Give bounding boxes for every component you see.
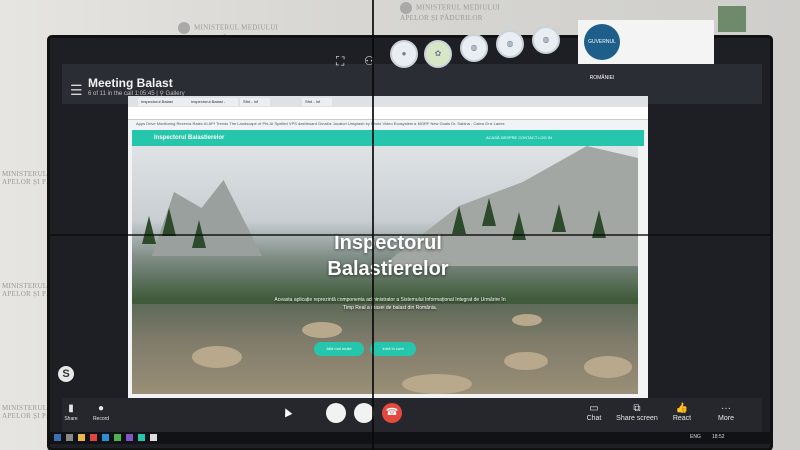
share-screen-button[interactable]: ⧉ Share screen (616, 403, 658, 422)
rock (584, 356, 632, 378)
participant-avatar[interactable]: ◍ (460, 34, 488, 62)
more-dots-icon: ··· (721, 403, 731, 414)
language-indicator[interactable]: ENG (690, 434, 701, 440)
share-screen-label: Share screen (616, 415, 658, 422)
react-button[interactable]: 👍 React (670, 403, 694, 422)
browser-tab[interactable]: Inspectorul Balast - Paged (188, 98, 238, 112)
browser-tab[interactable]: Inspectorul Balast (138, 98, 188, 106)
more-label: More (718, 415, 734, 422)
chat-label: Chat (586, 415, 602, 422)
phone-icon: ☎ (385, 407, 399, 418)
windows-start-icon[interactable] (54, 434, 61, 441)
participant-avatar[interactable]: ● (390, 40, 418, 68)
rock (512, 314, 542, 326)
skype-taskbar-icon[interactable] (102, 434, 109, 441)
skype-icon[interactable]: S (58, 366, 74, 382)
hang-up-button[interactable]: ☎ (382, 403, 402, 423)
microphone-button[interactable] (326, 403, 346, 423)
browser-tab[interactable]: Sfnt - Inf (302, 98, 332, 106)
layout-icon[interactable]: ⛶ (336, 54, 344, 69)
app-icon[interactable] (150, 434, 157, 441)
government-logo: GUVERNUL ROMÂNIEI (584, 24, 620, 81)
app-icon[interactable] (114, 434, 121, 441)
record-button[interactable]: ● Record (90, 403, 112, 422)
chrome-icon[interactable] (90, 434, 97, 441)
participant-avatar[interactable]: ◍ (532, 26, 560, 54)
search-icon[interactable] (66, 434, 73, 441)
browser-tab[interactable]: Sfnt - Inf (240, 98, 270, 106)
crest-icon (178, 22, 190, 34)
tree (552, 204, 566, 232)
rock (504, 352, 548, 370)
chat-button[interactable]: ▭ Chat (584, 403, 604, 422)
tree (452, 206, 466, 234)
more-button[interactable]: ··· More (714, 403, 738, 422)
login-button[interactable]: Intră în cont (370, 342, 416, 356)
crest-icon (400, 2, 412, 14)
wall-sign-text: MINISTERUL MEDIULUI APELOR ȘI PĂDURILOR (400, 3, 501, 22)
tree (482, 198, 496, 226)
bookmarks-bar[interactable]: Apps Drive Monitoring Rezerva Ratec AI A… (136, 121, 644, 129)
rock (192, 346, 242, 368)
site-brand[interactable]: Inspectorul Balastierelor (154, 135, 224, 141)
browser-address-bar[interactable] (128, 107, 648, 120)
rock (402, 374, 472, 394)
chat-icon: ▭ (589, 403, 599, 414)
camera-button[interactable] (354, 403, 374, 423)
self-camera-thumbnail[interactable] (718, 6, 746, 32)
file-explorer-icon[interactable] (78, 434, 85, 441)
display-seam (50, 234, 770, 236)
share-button[interactable]: ▮ Share (62, 403, 80, 422)
site-nav-links[interactable]: ACASĂ DESPRE CONTACT LOG IN (486, 135, 552, 140)
react-label: React (672, 415, 692, 422)
rock (302, 322, 342, 338)
learn-more-button[interactable]: Află mai multe (314, 342, 364, 356)
record-label: Record (92, 416, 110, 422)
hero-title-line: Balastierelor (327, 258, 449, 280)
app-icon[interactable] (138, 434, 145, 441)
participant-avatar[interactable]: ✿ (424, 40, 452, 68)
hamburger-menu-icon[interactable]: ☰ (70, 82, 83, 99)
thumbs-up-icon: 👍 (675, 403, 689, 414)
wall-sign: MINISTERUL MEDIULUI APELOR ȘI PĂDURILOR (400, 2, 500, 22)
share-label: Share (64, 416, 78, 422)
tree (162, 208, 176, 236)
clock[interactable]: 18:52 (712, 434, 725, 440)
share-screen-icon: ⧉ (633, 403, 641, 414)
share-icon: ▮ (68, 403, 74, 414)
meeting-title: Meeting Balast (88, 76, 173, 90)
hero-description: Aceasta aplicație reprezintă componenta … (274, 297, 506, 311)
display-seam (372, 0, 374, 450)
participant-avatar[interactable]: ◍ (496, 30, 524, 58)
windows-taskbar (50, 432, 770, 444)
tree (142, 216, 156, 244)
record-icon: ● (97, 403, 105, 414)
app-icon[interactable] (126, 434, 133, 441)
